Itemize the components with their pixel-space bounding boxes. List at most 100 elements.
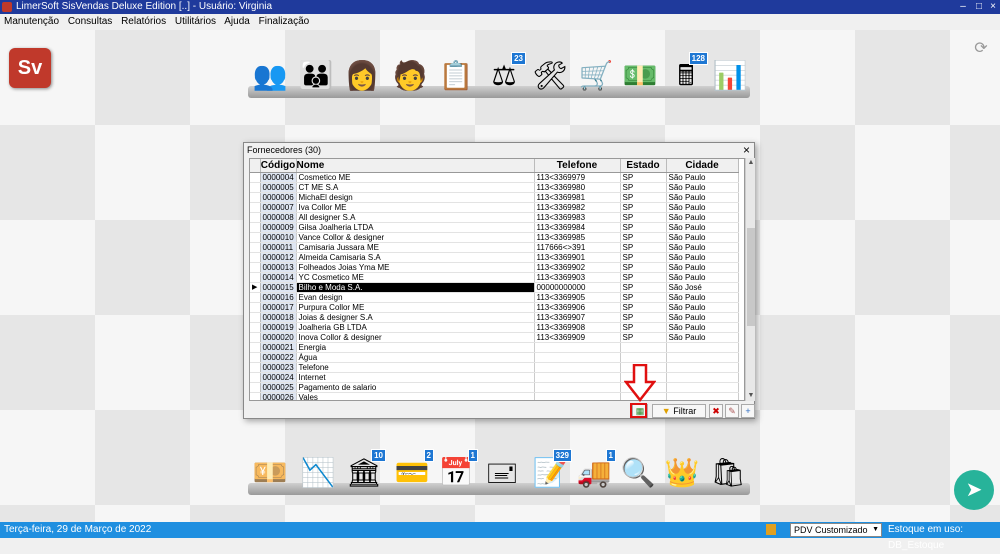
menu-consultas[interactable]: Consultas — [68, 16, 112, 27]
cell-telefone: 113<3369908 — [534, 322, 621, 333]
app-icon — [2, 2, 12, 12]
scroll-up-icon[interactable]: ▲ — [746, 158, 756, 168]
table-row[interactable]: 0000019 Joalheria GB LTDA 113<3369908 SP São… — [250, 322, 739, 333]
send-icon[interactable]: ➤ — [954, 470, 994, 510]
menu-relatorios[interactable]: Relatórios — [121, 16, 166, 27]
chart-down-icon[interactable]: 📉 — [298, 452, 338, 494]
tools-icon[interactable]: 🛠 — [530, 55, 570, 97]
cell-nome: Cosmetico ME — [296, 172, 535, 183]
table-row[interactable]: 0000009 Gilsa Joalheria LTDA 113<3369984 SP… — [250, 222, 739, 233]
row-indicator — [250, 312, 261, 323]
crown-icon[interactable]: 👑 — [662, 452, 702, 494]
table-row[interactable]: 0000021 Energia — [250, 342, 739, 353]
cell-codigo: 0000017 — [260, 302, 297, 313]
table-row[interactable]: 0000022 Água — [250, 352, 739, 363]
table-row[interactable]: 0000007 Iva Collor ME 113<3369982 SP São Pau… — [250, 202, 739, 213]
stamp-icon[interactable]: 🖃 — [482, 452, 522, 494]
bank-icon[interactable]: 🏛 10 — [344, 449, 386, 494]
table-row[interactable]: 0000026 Vales — [250, 392, 739, 400]
table-row[interactable]: 0000005 CT ME S.A 113<3369980 SP São Paulo — [250, 182, 739, 193]
add-icon[interactable]: + — [741, 404, 755, 418]
table-row[interactable]: 0000010 Vance Collor & designer 113<336998… — [250, 232, 739, 243]
filter-button[interactable]: ▼ Filtrar — [652, 404, 706, 418]
shopping-bag-icon[interactable]: 🛍 — [708, 452, 748, 494]
row-indicator — [250, 362, 261, 373]
lock-icon[interactable] — [766, 524, 776, 535]
row-indicator — [250, 172, 261, 183]
menu-utilitarios[interactable]: Utilitários — [175, 16, 216, 27]
list-icon[interactable]: 📋 — [436, 55, 476, 97]
cell-telefone: 113<3369982 — [534, 202, 621, 213]
clients-icon[interactable]: 👪 — [296, 55, 336, 97]
table-row[interactable]: 0000006 MichaEl design 113<3369981 SP São Pa… — [250, 192, 739, 203]
women-users-icon[interactable]: 👩 — [342, 55, 382, 97]
cell-estado: SP — [620, 282, 667, 293]
cell-telefone: 113<3369983 — [534, 212, 621, 223]
grid-header-row: Código Nome Telefone Estado Cidade — [250, 159, 739, 173]
cell-estado: SP — [620, 322, 667, 333]
edit-icon[interactable]: ✎ — [725, 404, 739, 418]
column-header-cidade[interactable]: Cidade — [666, 159, 739, 173]
employee-icon[interactable]: 🧑 — [390, 55, 430, 97]
table-row[interactable]: 0000020 Inova Collor & designer 113<336990… — [250, 332, 739, 343]
cell-cidade: São Paulo — [666, 202, 739, 213]
cell-telefone: 113<3369984 — [534, 222, 621, 233]
table-row[interactable]: 0000025 Pagamento de salario — [250, 382, 739, 393]
funnel-icon: ▼ — [661, 406, 671, 416]
table-row[interactable]: 0000017 Purpura Collor ME 113<3369906 SP São… — [250, 302, 739, 313]
table-row[interactable]: 0000013 Folheados Joias Yma ME 113<3369902… — [250, 262, 739, 273]
magnifier-icon[interactable]: 🔍 — [618, 452, 658, 494]
table-row[interactable]: 0000023 Telefone — [250, 362, 739, 373]
table-row[interactable]: 0000011 Camisaria Jussara ME 117666<>391 SP… — [250, 242, 739, 253]
money-search-icon[interactable]: 💵 — [620, 55, 660, 97]
status-stock: Estoque em uso: DB_Estoque — [888, 524, 964, 551]
row-indicator — [250, 202, 261, 213]
cell-cidade — [666, 392, 739, 400]
column-header-estado[interactable]: Estado — [620, 159, 667, 173]
maximize-icon[interactable]: □ — [972, 0, 986, 14]
table-row[interactable]: 0000016 Evan design 113<3369905 SP São Paulo — [250, 292, 739, 303]
scale-icon[interactable]: ⚖ 23 — [484, 52, 526, 97]
column-header-telefone[interactable]: Telefone — [534, 159, 621, 173]
menu-manutencao[interactable]: Manutenção — [4, 16, 59, 27]
grid-vertical-scrollbar[interactable]: ▲ ▼ — [745, 158, 755, 401]
cell-nome: All designer S.A — [296, 212, 535, 223]
row-indicator — [250, 302, 261, 313]
down-arrow-annotation — [624, 364, 656, 402]
bar-chart-icon[interactable]: 📊 — [710, 55, 750, 97]
cell-cidade: São Paulo — [666, 252, 739, 263]
column-header-nome[interactable]: Nome — [296, 159, 535, 173]
table-row[interactable]: ▶ 0000015 Bilho e Moda S.A. 00000000000 SP Sã… — [250, 282, 739, 293]
table-row[interactable]: 0000018 Joias & designer S.A 113<3369907 SP… — [250, 312, 739, 323]
cell-codigo: 0000006 — [260, 192, 297, 203]
card-machine-icon[interactable]: 💳 2 — [392, 449, 434, 494]
clipboard-pen-icon[interactable]: 📝 329 — [530, 449, 572, 494]
money-stack-icon[interactable]: 💴 — [250, 452, 290, 494]
scroll-thumb[interactable] — [747, 228, 755, 326]
dialog-close-icon[interactable]: × — [743, 143, 750, 157]
menu-finalizacao[interactable]: Finalização — [259, 16, 310, 27]
cash-register-icon[interactable]: 🖩 128 — [666, 52, 708, 97]
table-row[interactable]: 0000014 YC Cosmetico ME 113<3369903 SP São P… — [250, 272, 739, 283]
cell-nome: Joalheria GB LTDA — [296, 322, 535, 333]
close-window-icon[interactable]: × — [986, 0, 1000, 14]
table-row[interactable]: 0000024 Internet — [250, 372, 739, 383]
calendar-check-icon[interactable]: 📅 1 — [436, 449, 478, 494]
truck-icon[interactable]: 🚚 1 — [574, 449, 616, 494]
shopping-cart-icon[interactable]: 🛒 — [576, 55, 616, 97]
cell-codigo: 0000022 — [260, 352, 297, 363]
scroll-down-icon[interactable]: ▼ — [746, 391, 756, 401]
cell-cidade: São Paulo — [666, 172, 739, 183]
refresh-icon[interactable]: ⟳ — [972, 38, 990, 57]
row-indicator — [250, 372, 261, 383]
menu-ajuda[interactable]: Ajuda — [224, 16, 250, 27]
suppliers-grid: Código Nome Telefone Estado Cidade 00000… — [249, 158, 745, 401]
minimize-icon[interactable]: – — [956, 0, 970, 14]
column-header-codigo[interactable]: Código — [260, 159, 297, 173]
table-row[interactable]: 0000008 All designer S.A 113<3369983 SP São … — [250, 212, 739, 223]
table-row[interactable]: 0000012 Almeida Camisaria S.A 113<3369901 S… — [250, 252, 739, 263]
pdv-select[interactable]: PDV Customizado ▼ — [790, 523, 882, 537]
table-row[interactable]: 0000004 Cosmetico ME 113<3369979 SP São Paul… — [250, 172, 739, 183]
users-group-icon[interactable]: 👥 — [250, 55, 290, 97]
delete-icon[interactable]: ✖ — [709, 404, 723, 418]
